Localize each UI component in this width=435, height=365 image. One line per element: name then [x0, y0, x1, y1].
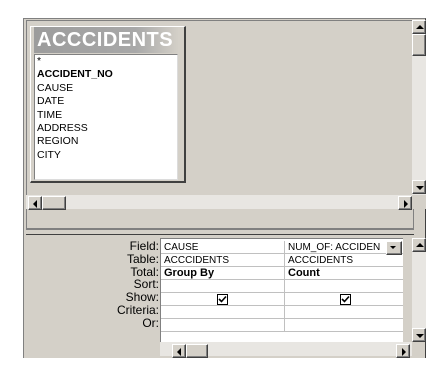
arrow-down-icon: [416, 186, 424, 190]
grid-cell-field[interactable]: CAUSE: [161, 241, 285, 254]
scroll-down-button[interactable]: [412, 180, 426, 194]
field-list-item[interactable]: CAUSE: [35, 82, 177, 95]
query-design-grid: CAUSE ACCCIDENTS Group By NUM_OF: ACCIDE…: [160, 238, 403, 342]
scroll-up-button[interactable]: [412, 20, 426, 34]
upper-horizontal-scrollbar[interactable]: [26, 195, 414, 209]
grid-cell-show: [285, 293, 403, 306]
arrow-right-icon: [404, 200, 408, 208]
field-list-item[interactable]: CITY: [35, 149, 177, 162]
arrow-right-icon: [402, 348, 406, 356]
field-list-item[interactable]: REGION: [35, 135, 177, 148]
scroll-left-button[interactable]: [28, 196, 42, 210]
scroll-left-button[interactable]: [172, 344, 186, 358]
checkmark-icon: [341, 295, 350, 303]
grid-cell-criteria[interactable]: [285, 306, 403, 319]
grid-cell-total[interactable]: Count: [285, 267, 403, 280]
grid-cell-or[interactable]: [285, 319, 403, 332]
scroll-right-button[interactable]: [398, 196, 412, 210]
field-list[interactable]: * ACCIDENT_NO CAUSE DATE TIME ADDRESS RE…: [34, 54, 178, 180]
field-list-item[interactable]: DATE: [35, 95, 177, 108]
scroll-thumb[interactable]: [42, 196, 66, 210]
show-checkbox[interactable]: [340, 294, 351, 305]
field-list-item[interactable]: ADDRESS: [35, 122, 177, 135]
show-checkbox[interactable]: [217, 294, 228, 305]
grid-row-labels: Field: Table: Total: Sort: Show: Criteri…: [26, 238, 159, 348]
grid-cell-total[interactable]: Group By: [161, 267, 285, 280]
scroll-down-button[interactable]: [412, 328, 426, 342]
scroll-thumb[interactable]: [186, 344, 208, 358]
arrow-up-icon: [416, 25, 424, 29]
grid-cell-or[interactable]: [161, 319, 285, 332]
scrollbar-corner: [412, 195, 426, 209]
grid-cell-criteria[interactable]: [161, 306, 285, 319]
scroll-right-button[interactable]: [396, 344, 410, 358]
grid-cell-show: [161, 293, 285, 306]
row-label-or: Or:: [142, 316, 159, 330]
grid-vertical-scrollbar[interactable]: [412, 238, 426, 342]
checkmark-icon: [218, 295, 227, 303]
grid-cell-sort[interactable]: [285, 280, 403, 293]
arrow-down-icon: [416, 334, 424, 338]
grid-cell-table[interactable]: ACCCIDENTS: [161, 254, 285, 267]
chevron-down-icon: [390, 246, 396, 249]
scroll-up-button[interactable]: [412, 238, 426, 252]
field-dropdown-button[interactable]: [386, 241, 402, 255]
arrow-up-icon: [416, 243, 424, 247]
arrow-left-icon: [177, 348, 181, 356]
table-title[interactable]: ACCCIDENTS: [34, 27, 179, 53]
grid-cell-sort[interactable]: [161, 280, 285, 293]
field-list-item[interactable]: TIME: [35, 109, 177, 122]
scroll-thumb[interactable]: [412, 34, 426, 56]
arrow-left-icon: [33, 200, 37, 208]
field-list-item[interactable]: *: [35, 55, 177, 68]
field-list-item-primary-key[interactable]: ACCIDENT_NO: [35, 68, 177, 81]
grid-cell-table[interactable]: ACCCIDENTS: [285, 254, 403, 267]
